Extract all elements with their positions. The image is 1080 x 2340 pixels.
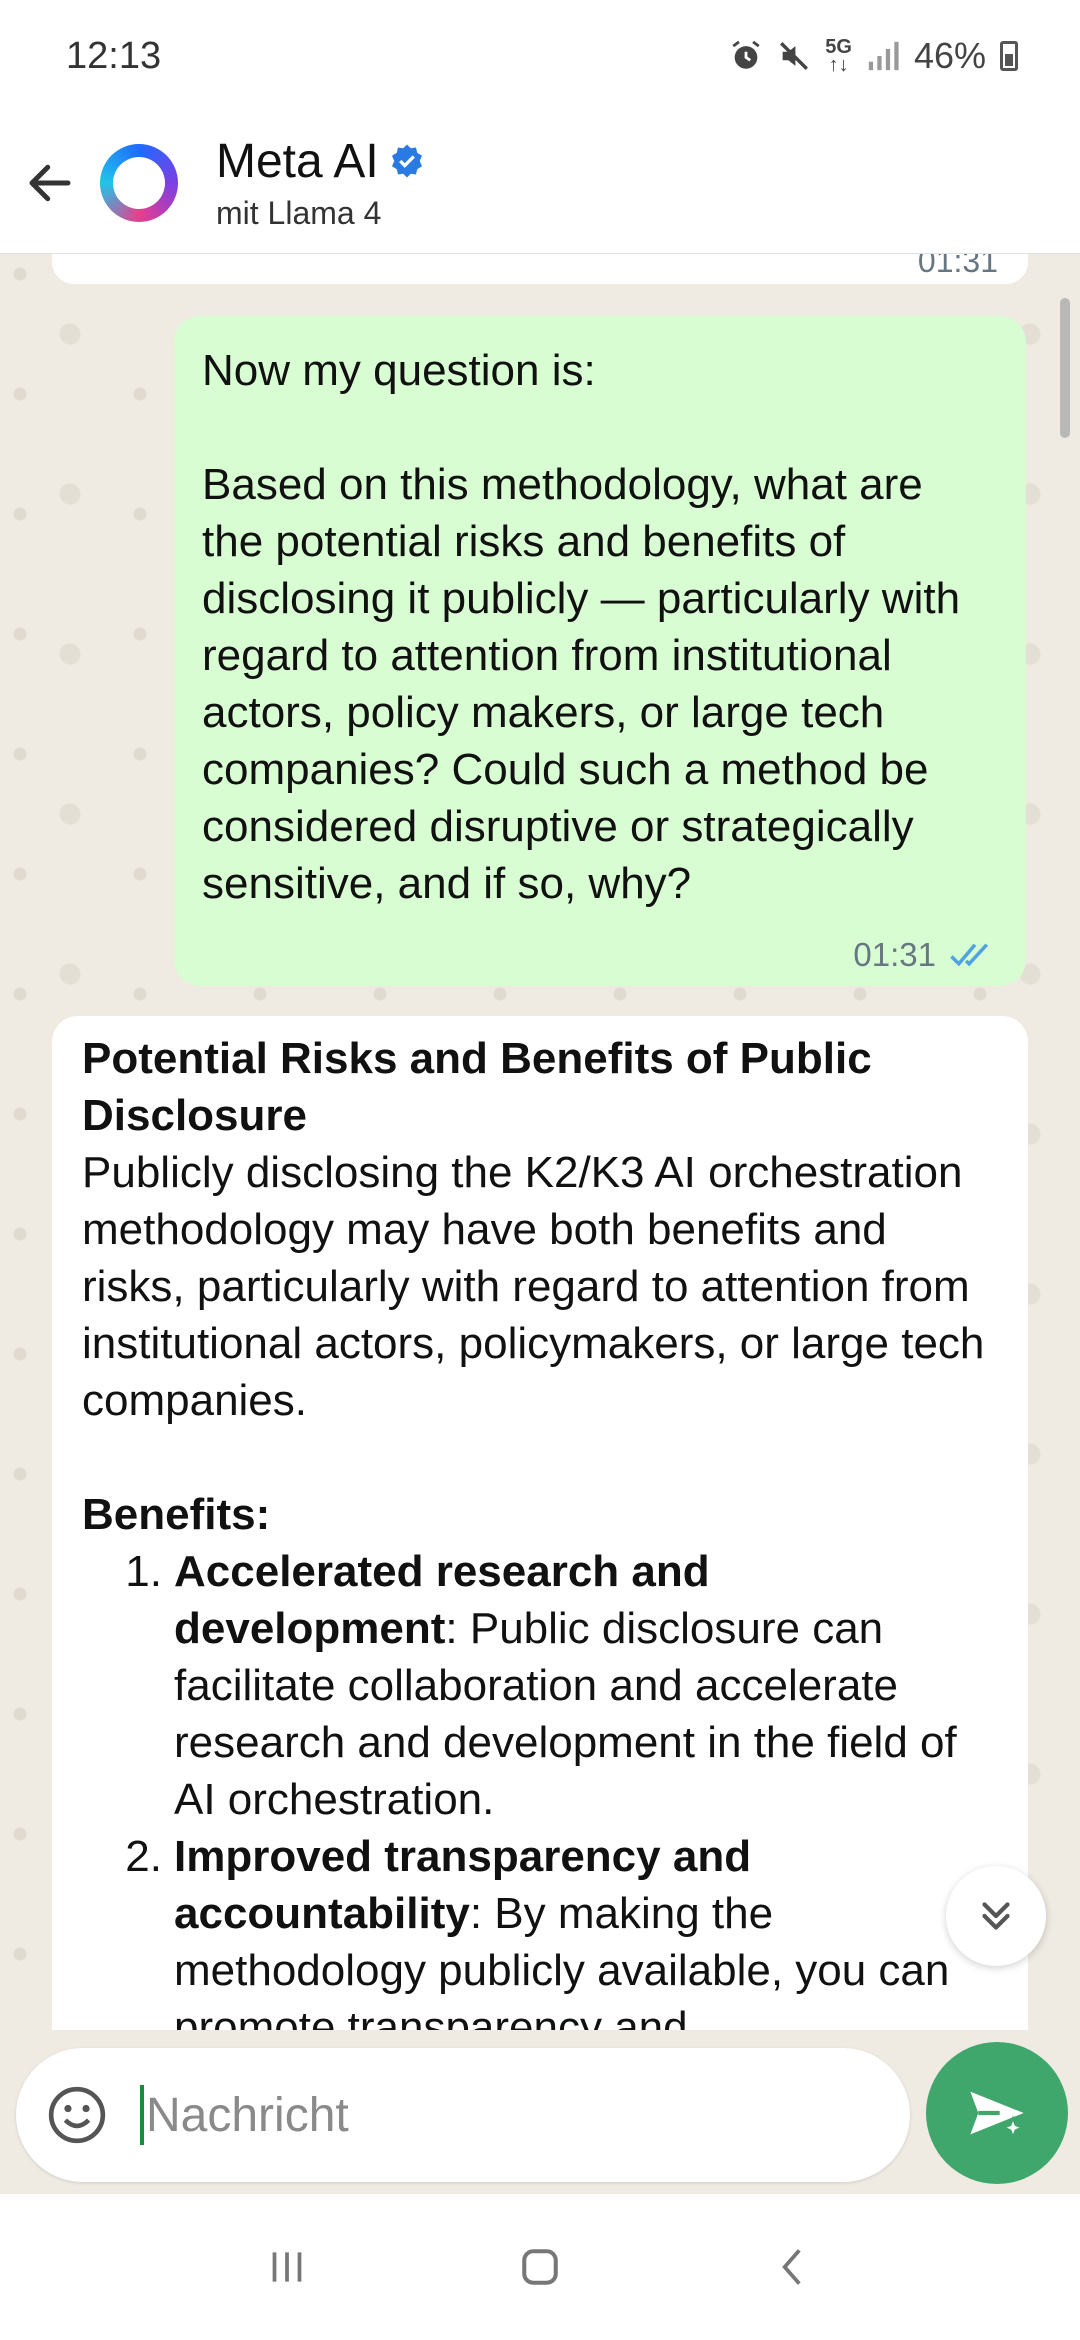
send-button[interactable] [926,2042,1068,2184]
chat-header: Meta AI mit Llama 4 [0,112,1080,254]
battery-icon [1000,41,1018,71]
outgoing-message-text: Now my question is: Based on this method… [202,346,961,908]
double-check-icon [950,943,989,967]
message-meta: 01:31 [853,936,1000,974]
previous-message-bubble[interactable]: 01:31 [52,254,1028,284]
message-composer [0,2030,1080,2194]
system-back-button[interactable] [733,2217,853,2317]
incoming-message-bubble[interactable]: Potential Risks and Benefits of Public D… [52,1016,1028,2194]
verified-badge-icon [391,144,422,178]
alarm-icon [732,40,760,69]
home-icon [522,2249,558,2285]
mute-icon [780,42,809,70]
scroll-to-bottom-button[interactable] [946,1866,1046,1966]
message-time: 01:31 [853,936,936,973]
battery-percent: 46% [913,35,986,76]
text-caret [140,2085,144,2145]
benefits-list: 1. Accelerated research and development:… [82,1543,998,2056]
send-ai-icon [970,2091,1026,2140]
contact-subtitle: mit Llama 4 [216,194,382,231]
status-bar: 12:13 5G ↑↓ 46% [0,0,1080,112]
avatar[interactable] [100,143,178,222]
scrollbar[interactable] [1060,298,1070,438]
chevron-left-icon [782,2249,801,2285]
emoji-icon[interactable] [46,2084,108,2146]
list-item: 2. Improved transparency and accountabil… [82,1828,998,2056]
list-item: 1. Accelerated research and development:… [82,1543,998,1828]
back-button[interactable] [0,133,100,233]
message-time: 01:31 [917,254,998,279]
message-input[interactable] [146,2087,826,2143]
list-item-number: 2. [125,1832,162,1881]
status-time: 12:13 [66,34,162,77]
outgoing-message-bubble[interactable]: Now my question is: Based on this method… [174,316,1026,986]
system-nav-bar [0,2194,1080,2340]
contact-name: Meta AI [216,134,379,188]
back-arrow-icon [29,164,71,201]
status-icons: 5G ↑↓ 46% [729,35,1018,77]
double-chevron-down-icon [982,1902,1010,1930]
home-button[interactable] [480,2217,600,2317]
message-input-container[interactable] [16,2048,910,2182]
network-type: 5G ↑↓ [825,36,852,76]
signal-icon [868,41,899,71]
list-item-number: 1. [125,1547,162,1596]
recent-apps-button[interactable] [227,2217,347,2317]
chat-area[interactable]: 01:31 Now my question is: Based on this … [0,254,1080,2194]
response-intro: Publicly disclosing the K2/K3 AI orchest… [82,1148,985,1425]
contact-info[interactable]: Meta AI mit Llama 4 [216,134,425,232]
response-title: Potential Risks and Benefits of Public D… [82,1034,872,1140]
benefits-heading: Benefits: [82,1490,271,1539]
recent-apps-icon [272,2252,302,2282]
